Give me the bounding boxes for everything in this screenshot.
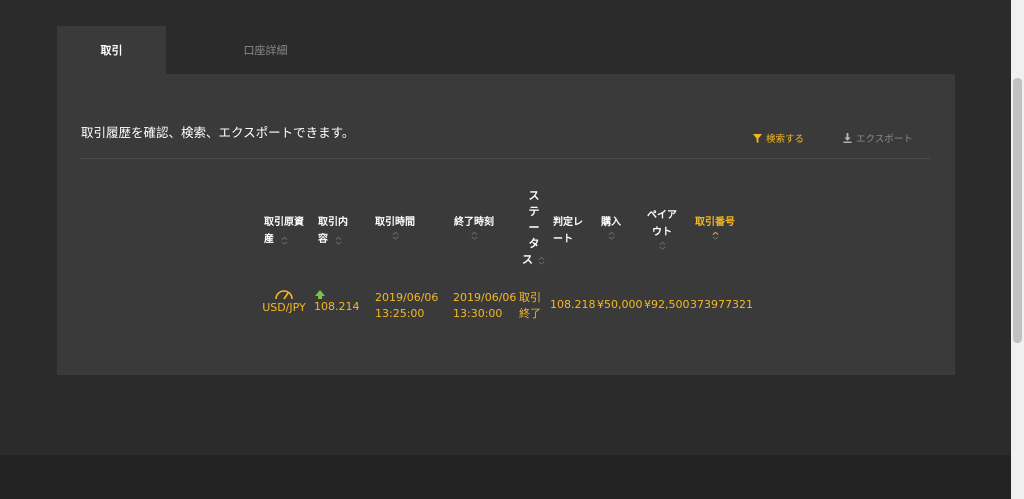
cell-trade-time-clock: 13:25:00 [375, 307, 425, 320]
footer-band [0, 455, 1011, 499]
scrollbar-thumb[interactable] [1013, 78, 1022, 343]
panel-description: 取引履歴を確認、検索、エクスポートできます。 [81, 125, 355, 140]
cell-trade-time: 2019/06/06 13:25:00 [375, 290, 438, 322]
cell-status-line2: 終了 [519, 307, 541, 320]
column-header-asset-line1: 取引原資 [264, 217, 304, 228]
column-header-asset-line2: 産 [264, 234, 274, 245]
column-header-judge-rate-line2: ート [553, 234, 573, 245]
cell-purchase: ¥50,000 [597, 298, 643, 311]
filter-icon [753, 133, 762, 143]
column-header-judge-rate-line1: 判定レ [553, 217, 583, 228]
cell-content-value: 108.214 [314, 300, 360, 313]
cell-asset: USD/JPY [261, 288, 307, 316]
column-header-purchase-label: 購入 [601, 217, 621, 228]
column-header-status-char-4: タ [528, 237, 540, 250]
cell-end-time: 2019/06/06 13:30:00 [453, 290, 516, 322]
tab-trade[interactable]: 取引 [57, 26, 166, 74]
sort-chevron-icon [538, 256, 545, 265]
tab-account-details[interactable]: 口座詳細 [211, 26, 320, 74]
cell-trade-number: 373977321 [690, 298, 753, 311]
cell-end-time-date: 2019/06/06 [453, 291, 517, 304]
sort-chevron-icon [335, 236, 342, 245]
page-viewport: 取引 口座詳細 取引履歴を確認、検索、エクスポートできます。 検索する エクスポ… [0, 0, 1011, 499]
column-header-trade-time-label: 取引時間 [375, 217, 415, 228]
cell-end-time-clock: 13:30:00 [453, 307, 503, 320]
tab-account-details-label: 口座詳細 [243, 44, 288, 57]
sort-chevron-icon [608, 231, 614, 240]
cell-trade-time-date: 2019/06/06 [375, 291, 439, 304]
column-header-payout-line1: ペイア [647, 210, 677, 221]
sort-chevron-active-icon [712, 231, 718, 240]
column-header-content[interactable]: 取引内 容 [318, 214, 348, 248]
sort-chevron-icon [281, 236, 288, 245]
column-header-status-char-2: テ [528, 205, 540, 218]
sort-chevron-icon [659, 241, 665, 250]
cell-payout: ¥92,500 [644, 298, 690, 311]
panel-divider [81, 158, 930, 159]
cell-asset-label: USD/JPY [262, 301, 306, 314]
sort-chevron-icon [392, 231, 398, 240]
up-arrow-icon [315, 290, 325, 299]
column-header-trade-time[interactable]: 取引時間 [375, 214, 415, 240]
column-header-content-line2: 容 [318, 234, 328, 245]
download-icon [843, 133, 852, 143]
column-header-asset[interactable]: 取引原資 産 [264, 214, 304, 248]
column-header-content-line1: 取引内 [318, 217, 348, 228]
column-header-status-char-1: ス [528, 189, 540, 202]
page-scrollbar[interactable] [1011, 0, 1024, 499]
column-header-status[interactable]: ス テ ー タ ス [522, 188, 546, 268]
column-header-trade-number[interactable]: 取引番号 [695, 214, 735, 240]
gauge-icon [275, 290, 293, 300]
export-button[interactable]: エクスポート [843, 131, 913, 145]
search-button-label: 検索する [766, 134, 805, 145]
search-button[interactable]: 検索する [753, 131, 804, 145]
column-header-end-time[interactable]: 終了時刻 [454, 214, 494, 240]
column-header-payout[interactable]: ペイア ウト [647, 207, 677, 250]
column-header-judge-rate[interactable]: 判定レ ート [553, 214, 583, 248]
column-header-status-char-3: ー [528, 221, 540, 234]
cell-judge-rate: 108.218 [550, 298, 596, 311]
cell-status-line1: 取引 [519, 291, 541, 304]
export-button-label: エクスポート [856, 134, 913, 145]
column-header-trade-number-label: 取引番号 [695, 217, 735, 228]
cell-status: 取引 終了 [519, 290, 541, 322]
sort-chevron-icon [471, 231, 477, 240]
cell-content: 108.214 [314, 290, 360, 315]
column-header-end-time-label: 終了時刻 [454, 217, 494, 228]
tab-trade-label: 取引 [100, 44, 123, 57]
column-header-payout-line2: ウト [652, 227, 672, 238]
column-header-status-char-5: ス [522, 253, 533, 266]
column-header-purchase[interactable]: 購入 [601, 214, 621, 240]
trade-history-panel: 取引履歴を確認、検索、エクスポートできます。 検索する エクスポート 取引原資 … [57, 74, 955, 375]
